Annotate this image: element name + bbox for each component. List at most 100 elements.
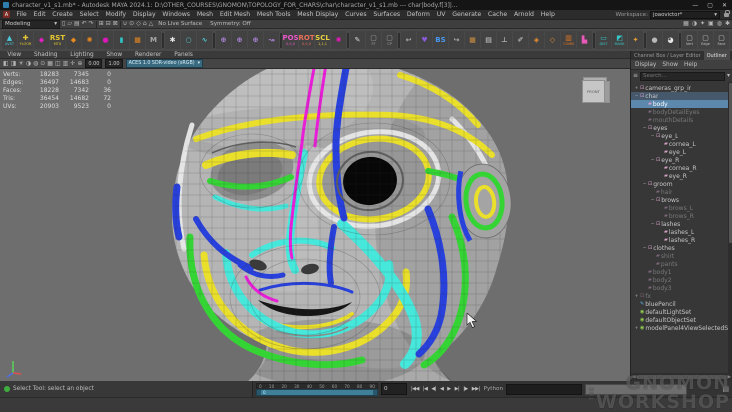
view-cube-front-face[interactable]: FRONT — [582, 80, 605, 103]
workspace-dropdown[interactable]: joaovictor* ▾ — [650, 10, 720, 19]
shelf-button[interactable]: ✐ — [513, 31, 528, 49]
shelf-button[interactable]: ⊕ — [248, 31, 263, 49]
menu-item[interactable]: Edit Mesh — [217, 11, 254, 18]
expander-icon[interactable]: − — [650, 134, 655, 139]
command-line-input[interactable] — [505, 383, 582, 395]
viewport-toolbar-icon[interactable]: ◍ — [33, 60, 38, 67]
status-icon[interactable]: ▯ — [62, 21, 65, 27]
outliner-row[interactable]: ▰ lashes_L — [631, 228, 732, 236]
menu-item[interactable]: Mesh — [193, 11, 216, 18]
shelf-button[interactable]: ✎ — [350, 31, 365, 49]
status-icon[interactable]: ⊞ — [99, 21, 104, 27]
playback-button[interactable]: |◀ — [422, 386, 429, 392]
lock-icon[interactable] — [724, 9, 730, 17]
shelf-button[interactable]: ↪ — [449, 31, 464, 49]
menu-item[interactable]: Arnold — [511, 11, 538, 18]
status-icon[interactable]: ⊙ — [129, 21, 134, 27]
outliner-row[interactable]: ▰ brows_L — [631, 204, 732, 212]
vertical-scrollbar[interactable] — [728, 82, 732, 373]
status-icon[interactable]: △ — [149, 21, 154, 27]
chevron-down-icon[interactable]: ▾ — [727, 73, 730, 79]
shelf-button[interactable]: POS 0,0,0 — [282, 31, 299, 49]
playback-button[interactable]: ▶ — [446, 386, 451, 392]
outliner-row[interactable]: ◉ defaultLightSet — [631, 308, 732, 316]
panel-menu-item[interactable]: Panels — [171, 52, 196, 58]
outliner-row[interactable]: + ⊡ fx — [631, 292, 732, 300]
menu-item[interactable]: Generate — [449, 11, 485, 18]
outliner-row[interactable]: − ⊡ eye_L — [631, 132, 732, 140]
shelf-button[interactable]: ✚ FLOOR — [18, 31, 33, 49]
scrollbar-thumb[interactable] — [728, 83, 732, 244]
shelf-button[interactable]: ↩ — [401, 31, 416, 49]
shelf-button[interactable]: RST MTX — [50, 31, 65, 49]
shelf-button[interactable]: ▢ Vert — [682, 31, 697, 49]
shelf-button[interactable]: ▦ — [465, 31, 480, 49]
menu-item[interactable]: Windows — [159, 11, 193, 18]
shelf-button[interactable]: ◆ — [66, 31, 81, 49]
status-icon[interactable]: ⊠ — [113, 21, 118, 27]
status-icon[interactable]: ↷ — [89, 21, 94, 27]
minimize-button[interactable]: — — [692, 2, 698, 9]
menu-item[interactable]: Display — [129, 11, 159, 18]
viewport-canvas[interactable]: Verts: 18283 7345 0 Edges: 36497 14683 0 — [0, 69, 630, 381]
shelf-button[interactable]: M — [146, 31, 161, 49]
shelf-button[interactable] — [679, 32, 681, 48]
shelf-button[interactable]: ▢ Face — [714, 31, 729, 49]
outliner-row[interactable]: ▰ cornea_R — [631, 164, 732, 172]
expander-icon[interactable]: − — [650, 198, 655, 203]
playback-button[interactable]: |▶ — [462, 386, 469, 392]
status-icon[interactable]: ✱ — [725, 21, 730, 27]
shelf-button[interactable]: ○ — [181, 31, 196, 49]
outliner-menu-item[interactable]: Display — [635, 62, 656, 68]
shelf-button[interactable]: ▤ — [481, 31, 496, 49]
expander-icon[interactable]: + — [634, 294, 639, 299]
outliner-row[interactable]: ▰ lashes_R — [631, 236, 732, 244]
viewport-toolbar-icon[interactable]: ◧ — [3, 60, 9, 67]
shelf-button[interactable]: ▙ — [577, 31, 592, 49]
playback-button[interactable]: |◀◀ — [410, 386, 420, 392]
shelf-button[interactable] — [593, 32, 595, 48]
menu-set-dropdown[interactable]: Modeling ▾ — [2, 19, 60, 29]
panel-menu-item[interactable]: Lighting — [67, 52, 97, 58]
outliner-row[interactable]: ▰ shirt — [631, 252, 732, 260]
shelf-button[interactable]: ◩ MASK — [612, 31, 627, 49]
scrollbar-thumb[interactable] — [637, 375, 726, 379]
outliner-menu-item[interactable]: Help — [684, 62, 697, 68]
shelf-button[interactable]: ◈ — [529, 31, 544, 49]
outliner-row[interactable]: ▰ body3 — [631, 284, 732, 292]
shelf-button[interactable]: ▭ DIST — [596, 31, 611, 49]
shelf-button[interactable]: ♥ — [417, 31, 432, 49]
shelf-button[interactable]: ▦ — [130, 31, 145, 49]
shelf-button[interactable]: ▮ — [114, 31, 129, 49]
filter-icon[interactable]: ≡ — [633, 73, 638, 79]
outliner-row[interactable]: ▰ body2 — [631, 276, 732, 284]
outliner-row[interactable]: ▰ pants — [631, 260, 732, 268]
view-cube[interactable]: FRONT — [582, 77, 610, 105]
menu-item[interactable]: File — [13, 11, 30, 18]
status-icon[interactable]: ▤ — [74, 21, 80, 27]
outliner-row[interactable]: − ⊡ brows — [631, 196, 732, 204]
menu-item[interactable]: Surfaces — [370, 11, 404, 18]
search-input[interactable] — [640, 71, 725, 81]
shelf-button[interactable]: ▢ FF — [366, 31, 381, 49]
exposure-field[interactable]: 0.00 — [85, 59, 103, 68]
outliner-row[interactable]: ▰ mouthDetails — [631, 116, 732, 124]
menu-item[interactable]: Select — [76, 11, 102, 18]
outliner-row[interactable]: ◉ defaultObjectSet — [631, 316, 732, 324]
shelf-button[interactable]: ● — [98, 31, 113, 49]
shelf-button[interactable]: ✺ — [331, 31, 346, 49]
shelf-button[interactable]: ROT 0,0,0 — [298, 31, 315, 49]
menu-item[interactable]: Curves — [342, 11, 370, 18]
status-icon[interactable]: ↶ — [82, 21, 87, 27]
menu-item[interactable]: UV — [433, 11, 449, 18]
close-button[interactable]: ✕ — [722, 2, 727, 9]
viewport-toolbar-icon[interactable]: ▥ — [63, 60, 69, 67]
color-management-dropdown[interactable]: ACES 1.0 SDR-video (sRGB) ▾ — [125, 59, 204, 68]
outliner-row[interactable]: ▰ eye_L — [631, 148, 732, 156]
gamma-field[interactable]: 1.00 — [105, 59, 123, 68]
playback-button[interactable]: ▶▶| — [471, 386, 481, 392]
status-icon[interactable]: ▦ — [683, 21, 689, 27]
expander-icon[interactable]: + — [634, 86, 639, 91]
status-icon[interactable]: ◑ — [692, 21, 697, 27]
outliner-row[interactable]: − ⊡ clothes — [631, 244, 732, 252]
